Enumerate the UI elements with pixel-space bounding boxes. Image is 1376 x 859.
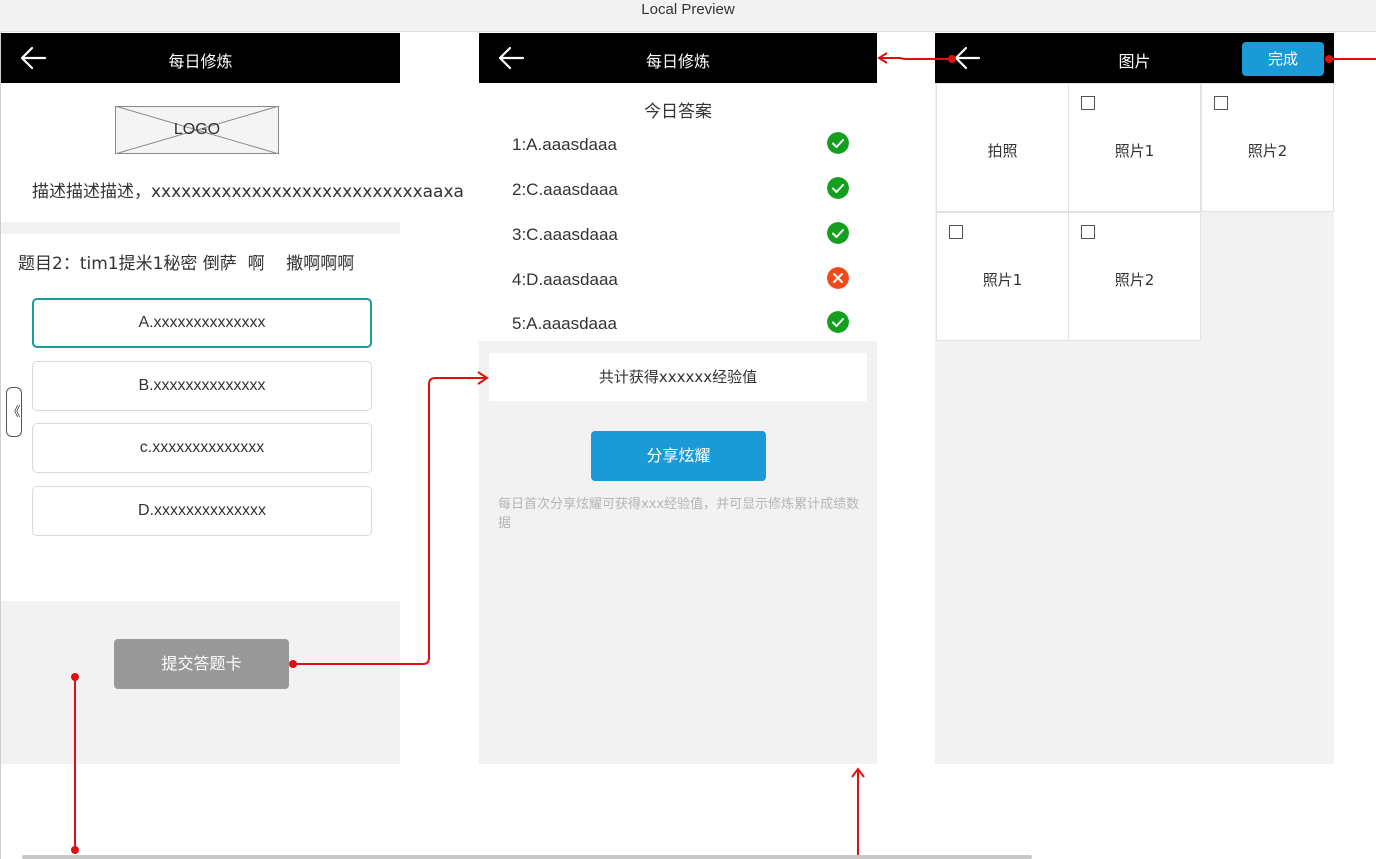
connector-done-right [1325, 55, 1376, 63]
horizontal-scrollbar[interactable] [22, 855, 1032, 859]
connector-submit-to-answers [289, 371, 489, 668]
connector-up-arrow [851, 767, 865, 856]
connector-vertical-left [71, 673, 79, 854]
flow-connectors [71, 52, 1376, 856]
connector-photos-to-answers [877, 52, 956, 64]
